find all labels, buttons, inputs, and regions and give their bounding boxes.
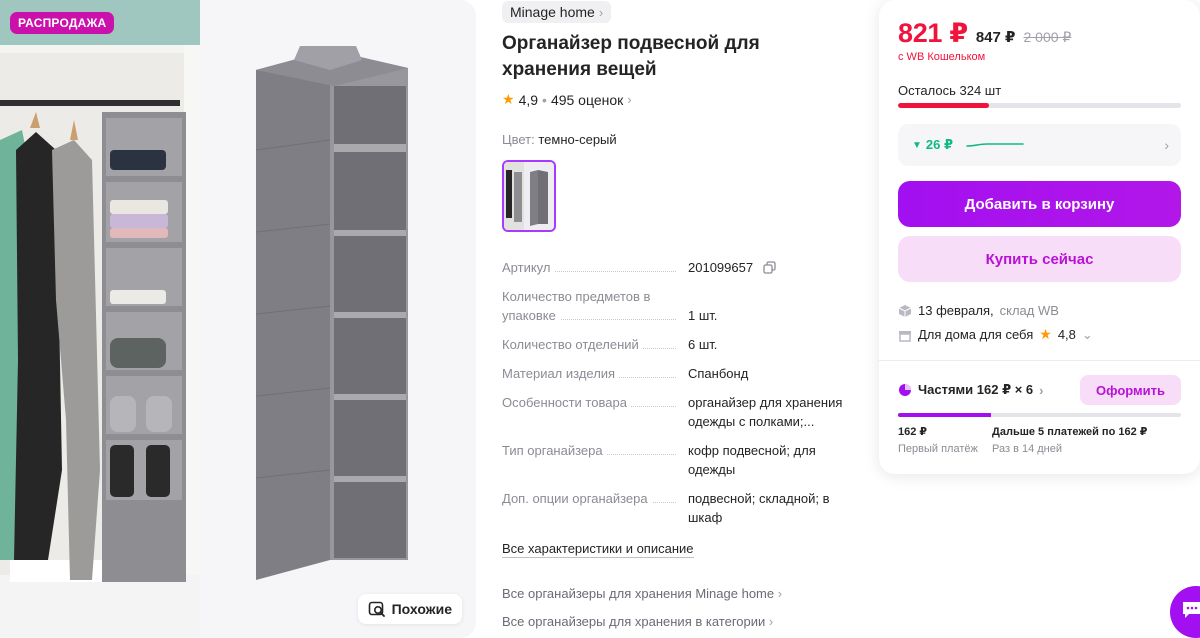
spec-value: 1 шт. (688, 308, 718, 323)
chat-icon (1183, 602, 1200, 618)
stock-bar (898, 103, 1181, 108)
buy-now-button[interactable]: Купить сейчас (898, 236, 1181, 282)
spec-row: Количество предметов в упаковке 1 шт. (502, 287, 852, 325)
color-label: Цвет: (502, 132, 535, 147)
color-row: Цвет: темно-серый (502, 132, 852, 147)
delivery-date: 13 февраля, (918, 303, 994, 318)
brand-name: Minage home (510, 4, 595, 20)
rating-value: 4,9 (518, 91, 539, 108)
spec-value: кофр подвесной; для одежды (688, 443, 816, 477)
spec-key: Тип органайзера (502, 443, 607, 458)
wallet-note: с WB Кошельком (898, 51, 986, 63)
copy-icon[interactable] (763, 261, 776, 274)
color-value: темно-серый (538, 132, 617, 147)
spec-value: 201099657 (688, 260, 754, 275)
spec-row: Особенности товара органайзер для хранен… (502, 393, 852, 431)
next-payments: Дальше 5 платежей по 162 ₽ Раз в 14 дней (992, 425, 1147, 455)
chevron-right-icon: › (768, 614, 774, 629)
category-link[interactable]: Все органайзеры для хранения в категории… (502, 614, 852, 629)
similar-button[interactable]: Похожие (357, 594, 462, 624)
spec-value: Спанбонд (688, 366, 749, 381)
box-icon (898, 304, 912, 317)
similar-label: Похожие (391, 601, 452, 617)
category-label: Все органайзеры для хранения в категории (502, 614, 766, 629)
sale-badge: РАСПРОДАЖА (10, 12, 115, 34)
chevron-right-icon: › (598, 4, 604, 20)
wallet-price: 821 ₽ (898, 18, 968, 48)
price-sparkline (966, 143, 1024, 147)
divider (879, 360, 1200, 361)
first-payment-label: Первый платёж (898, 443, 978, 455)
installments-title: Частями 162 ₽ × 6 (918, 382, 1034, 397)
product-image (0, 0, 476, 638)
specs-list: Артикул 201099657 Количество предметов в… (502, 258, 852, 527)
first-payment: 162 ₽ Первый платёж (898, 425, 978, 455)
next-payments-amount: Дальше 5 платежей по 162 ₽ (992, 426, 1148, 438)
seller-link[interactable]: Для дома для себя ★ 4,8 ⌄ (898, 326, 1093, 343)
price-card: 821 ₽ 847 ₽ 2 000 ₽ с WB Кошельком Остал… (879, 0, 1200, 474)
add-to-cart-button[interactable]: Добавить в корзину (898, 181, 1181, 227)
spec-key: Особенности товара (502, 395, 631, 410)
price-history-button[interactable]: ▼ 26 ₽ › (898, 124, 1181, 166)
chevron-right-icon: › (1164, 137, 1169, 153)
chevron-down-icon: ⌄ (1081, 326, 1093, 342)
chat-button[interactable] (1170, 586, 1200, 638)
product-info: Minage home › Органайзер подвесной для х… (502, 0, 852, 629)
brand-category-label: Все органайзеры для хранения Minage home (502, 586, 775, 601)
spec-key: Материал изделия (502, 366, 620, 381)
star-icon: ★ (1039, 326, 1052, 342)
shop-icon (899, 330, 911, 342)
rating-link[interactable]: ★ 4,9 • 495 оценок › (502, 91, 852, 108)
spec-key: Артикул (502, 260, 555, 275)
thumbnail-image (504, 162, 554, 230)
delivery-warehouse: склад WB (999, 303, 1059, 318)
spec-key: Количество отделений (502, 337, 643, 352)
spec-value: органайзер для хранения одежды с полками… (688, 395, 843, 429)
first-payment-amount: 162 ₽ (898, 426, 928, 438)
spec-value: подвесной; складной; в шкаф (688, 491, 830, 525)
spec-row: Тип органайзера кофр подвесной; для одеж… (502, 441, 852, 479)
spec-key: Доп. опции органайзера (502, 491, 652, 506)
brand-link[interactable]: Minage home › (502, 1, 612, 23)
stock-bar-fill (898, 103, 989, 108)
spec-row: Материал изделия Спанбонд (502, 364, 852, 383)
chevron-right-icon: › (777, 586, 783, 601)
installments-link[interactable]: Частями 162 ₽ × 6 › (898, 382, 1044, 398)
all-specs-link[interactable]: Все характеристики и описание (502, 541, 694, 558)
star-icon: ★ (502, 91, 515, 107)
old-price: 2 000 ₽ (1023, 29, 1072, 45)
spec-value: 6 шт. (688, 337, 718, 352)
search-similar-icon (368, 601, 385, 617)
spec-row: Артикул 201099657 (502, 258, 852, 277)
spec-key: Количество предметов в упаковке (502, 289, 651, 323)
seller-rating: 4,8 (1057, 327, 1076, 342)
color-thumbnail[interactable] (502, 160, 556, 232)
chevron-right-icon: › (627, 92, 632, 107)
stock-text: Осталось 324 шт (898, 83, 1002, 98)
price-row: 821 ₽ 847 ₽ 2 000 ₽ (898, 18, 1071, 49)
seller-name: Для дома для себя (918, 327, 1034, 342)
spec-row: Доп. опции органайзера подвесной; складн… (502, 489, 852, 527)
separator-dot: • (542, 91, 547, 108)
pie-chart-icon (899, 384, 911, 396)
price-drop-value: 26 ₽ (925, 137, 954, 152)
chevron-right-icon: › (1039, 382, 1044, 398)
order-installments-button[interactable]: Оформить (1080, 375, 1181, 405)
delivery-info: 13 февраля, склад WB (898, 303, 1059, 318)
spec-row: Количество отделений 6 шт. (502, 335, 852, 354)
price-drop: ▼ 26 ₽ (912, 137, 953, 153)
installments-bar-fill (898, 413, 992, 417)
price-without-wallet: 847 ₽ (975, 29, 1016, 46)
installments-bar (898, 413, 1181, 417)
next-payments-label: Раз в 14 дней (992, 443, 1063, 455)
product-gallery[interactable]: РАСПРОДАЖА Похожие (0, 0, 476, 638)
arrow-down-icon: ▼ (912, 139, 922, 151)
brand-category-link[interactable]: Все органайзеры для хранения Minage home… (502, 586, 852, 601)
product-title: Органайзер подвесной для хранения вещей (502, 33, 760, 80)
reviews-count: 495 оценок (550, 91, 624, 108)
